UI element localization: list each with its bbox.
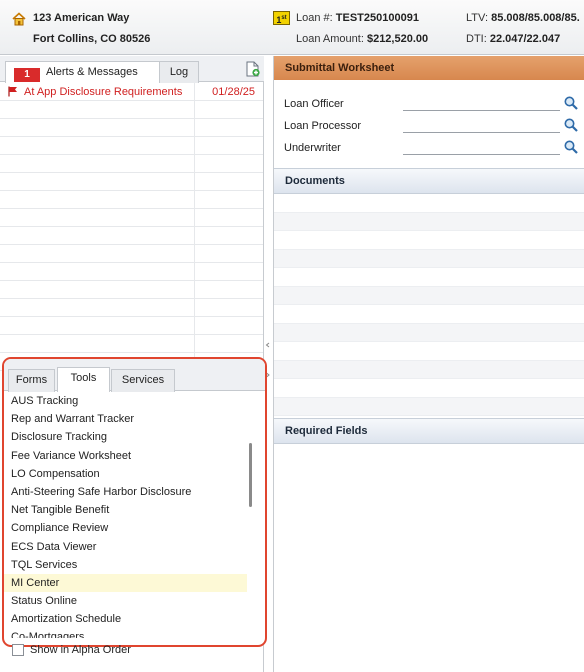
document-row xyxy=(274,397,584,416)
tools-tab-bar: Forms Tools Services xyxy=(4,359,265,392)
tool-list-item[interactable]: Co-Mortgagers xyxy=(4,628,247,638)
alert-row-empty xyxy=(0,317,263,335)
document-row xyxy=(274,342,584,361)
tab-forms[interactable]: Forms xyxy=(8,369,55,392)
tool-list-item[interactable]: Anti-Steering Safe Harbor Disclosure xyxy=(4,483,247,501)
alerts-list: At App Disclosure Requirements 01/28/25 xyxy=(0,83,263,383)
submittal-worksheet-title: Submittal Worksheet xyxy=(274,56,584,80)
tool-list-item[interactable]: MI Center xyxy=(4,573,247,593)
tab-alerts-label: Alerts & Messages xyxy=(46,66,138,78)
lien-position-badge: 1st xyxy=(273,11,290,25)
search-icon[interactable] xyxy=(563,117,579,133)
alert-row-empty xyxy=(0,245,263,263)
loan-officer-field[interactable] xyxy=(403,110,560,111)
alerts-count-badge: 1 xyxy=(14,68,40,82)
property-address-line2: Fort Collins, CO 80526 xyxy=(33,33,151,45)
document-row xyxy=(274,194,584,213)
search-icon[interactable] xyxy=(563,139,579,155)
alpha-order-checkbox[interactable] xyxy=(12,644,24,656)
property-address-line1: 123 American Way xyxy=(33,12,130,24)
required-fields-section-header[interactable]: Required Fields xyxy=(274,418,584,444)
tab-log[interactable]: Log xyxy=(159,61,199,83)
tab-tools[interactable]: Tools xyxy=(57,367,110,392)
alerts-tab-bar: 1 Alerts & Messages Log xyxy=(0,56,264,83)
loan-processor-row: Loan Processor xyxy=(274,115,584,137)
tab-alerts-messages[interactable]: 1 Alerts & Messages xyxy=(5,61,160,83)
document-row xyxy=(274,379,584,398)
document-row xyxy=(274,323,584,342)
tab-services[interactable]: Services xyxy=(111,369,175,392)
tool-list-item[interactable]: Status Online xyxy=(4,592,247,610)
alpha-order-option: Show in Alpha Order xyxy=(0,641,264,661)
alert-date: 01/28/25 xyxy=(212,86,255,98)
alpha-order-label: Show in Alpha Order xyxy=(30,644,131,656)
underwriter-field[interactable] xyxy=(403,154,560,155)
underwriter-row: Underwriter xyxy=(274,137,584,159)
tool-list-item[interactable]: Amortization Schedule xyxy=(4,610,247,628)
document-row xyxy=(274,268,584,287)
tool-list-item[interactable]: AUS Tracking xyxy=(4,392,247,410)
tool-list-item[interactable]: LO Compensation xyxy=(4,465,247,483)
alert-row-empty xyxy=(0,335,263,353)
dti-value: DTI: 22.047/22.047 xyxy=(466,33,561,45)
ltv-value: LTV: 85.008/85.008/85. xyxy=(466,12,580,24)
loan-officer-label: Loan Officer xyxy=(284,98,344,110)
tool-list-item[interactable]: Disclosure Tracking xyxy=(4,428,247,446)
new-document-icon[interactable] xyxy=(246,61,260,77)
loan-header: 123 American Way Fort Collins, CO 80526 … xyxy=(0,0,584,55)
document-row xyxy=(274,212,584,231)
documents-list xyxy=(274,194,584,416)
alert-row-empty xyxy=(0,191,263,209)
alert-row-empty xyxy=(0,173,263,191)
loan-amount: Loan Amount: $212,520.00 xyxy=(296,33,429,45)
tools-panel: Forms Tools Services AUS Tracking Rep and… xyxy=(2,357,267,647)
red-flag-icon xyxy=(8,86,17,97)
alert-row-empty xyxy=(0,155,263,173)
alert-row-empty xyxy=(0,209,263,227)
loan-number: Loan #: TEST250100091 xyxy=(296,12,419,24)
underwriter-label: Underwriter xyxy=(284,142,341,154)
tool-list-item[interactable]: Fee Variance Worksheet xyxy=(4,447,247,465)
tool-list-item[interactable]: ECS Data Viewer xyxy=(4,538,247,556)
tools-scrollbar[interactable] xyxy=(249,443,252,507)
documents-section-header[interactable]: Documents xyxy=(274,168,584,194)
loan-processor-field[interactable] xyxy=(403,132,560,133)
alert-text: At App Disclosure Requirements xyxy=(24,86,183,98)
alert-row-empty xyxy=(0,299,263,317)
document-row xyxy=(274,231,584,250)
alert-row-empty xyxy=(0,263,263,281)
tool-list-item[interactable]: Rep and Warrant Tracker xyxy=(4,410,247,428)
alert-row[interactable]: At App Disclosure Requirements 01/28/25 xyxy=(0,83,263,101)
document-row xyxy=(274,286,584,305)
alert-row-empty xyxy=(0,101,263,119)
document-row xyxy=(274,305,584,324)
loan-officer-row: Loan Officer xyxy=(274,93,584,115)
document-row xyxy=(274,249,584,268)
loan-processor-label: Loan Processor xyxy=(284,120,362,132)
alert-row-empty xyxy=(0,281,263,299)
document-row xyxy=(274,360,584,379)
search-icon[interactable] xyxy=(563,95,579,111)
tool-list-item[interactable]: Net Tangible Benefit xyxy=(4,501,247,519)
tool-list-item[interactable]: TQL Services xyxy=(4,556,247,574)
submittal-worksheet-panel: Submittal Worksheet Loan Officer Loan Pr… xyxy=(273,56,584,672)
alert-row-empty xyxy=(0,119,263,137)
alert-row-empty xyxy=(0,227,263,245)
tools-list: AUS Tracking Rep and Warrant Tracker Discl… xyxy=(4,392,247,638)
tool-list-item[interactable]: Compliance Review xyxy=(4,519,247,537)
home-icon xyxy=(12,12,26,26)
alert-row-empty xyxy=(0,137,263,155)
